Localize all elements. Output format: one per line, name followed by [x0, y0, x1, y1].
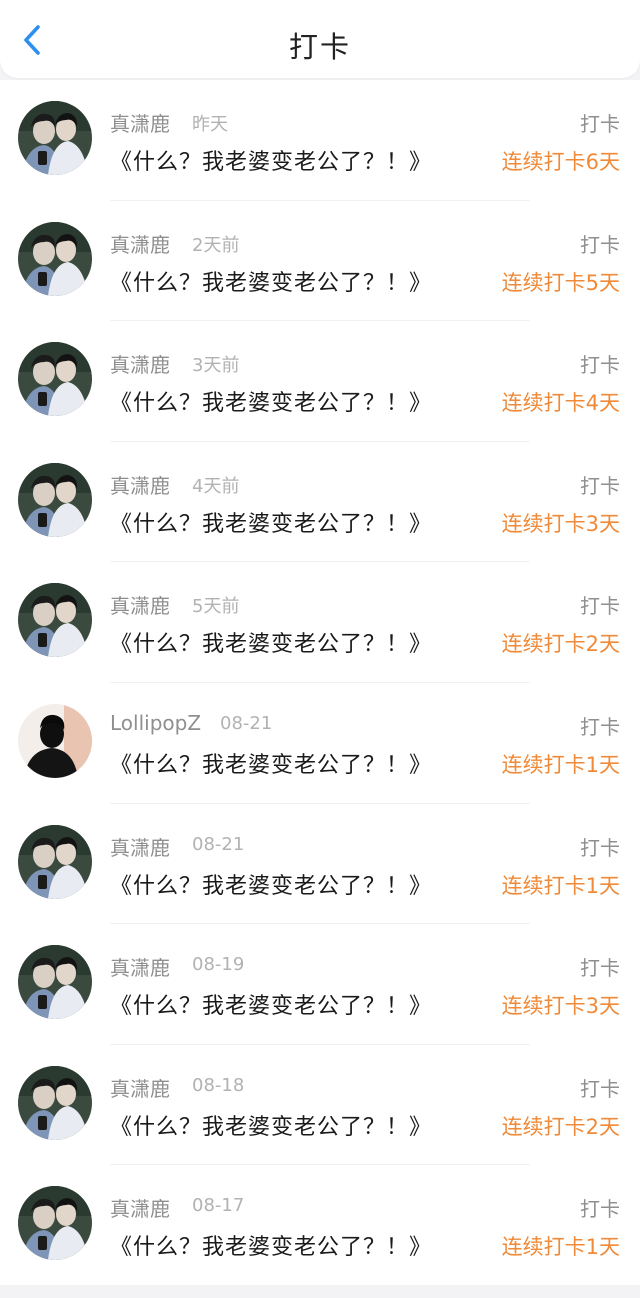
checkin-list: 真潇鹿 昨天 打卡 《什么？我老婆变老公了？！》 连续打卡6天 真潇鹿 2天前 … — [0, 80, 640, 1286]
user-name[interactable]: 真潇鹿 — [110, 470, 170, 499]
book-title[interactable]: 《什么？我老婆变老公了？！》 — [110, 747, 432, 779]
checkin-time: 08-17 — [192, 1195, 245, 1217]
checkin-row[interactable]: 真潇鹿 08-19 打卡 《什么？我老婆变老公了？！》 连续打卡3天 — [0, 924, 640, 1045]
streak-badge: 连续打卡1天 — [501, 1235, 620, 1260]
checkin-time: 08-21 — [192, 833, 245, 855]
checkin-label: 打卡 — [580, 1197, 620, 1222]
checkin-label: 打卡 — [580, 835, 620, 860]
checkin-time: 08-18 — [192, 1074, 245, 1096]
streak-badge: 连续打卡3天 — [501, 994, 620, 1019]
checkin-time: 08-21 — [220, 712, 273, 734]
book-title[interactable]: 《什么？我老婆变老公了？！》 — [110, 1109, 432, 1141]
checkin-time: 昨天 — [192, 114, 228, 135]
checkin-row[interactable]: 真潇鹿 4天前 打卡 《什么？我老婆变老公了？！》 连续打卡3天 — [0, 441, 640, 563]
checkin-time: 2天前 — [192, 234, 240, 256]
streak-badge: 连续打卡4天 — [501, 391, 620, 416]
checkin-label: 打卡 — [580, 594, 620, 619]
streak-badge: 连续打卡1天 — [501, 873, 620, 898]
user-name[interactable]: 真潇鹿 — [110, 1073, 170, 1102]
avatar[interactable] — [18, 221, 92, 296]
streak-badge: 连续打卡1天 — [501, 752, 620, 777]
streak-badge: 连续打卡5天 — [501, 270, 620, 295]
user-name[interactable]: 真潇鹿 — [110, 590, 170, 619]
checkin-label: 打卡 — [580, 112, 620, 136]
top-bar: 打卡 — [0, 0, 640, 78]
avatar[interactable] — [18, 1065, 92, 1140]
user-name[interactable]: 真潇鹿 — [110, 1193, 170, 1222]
checkin-time: 4天前 — [192, 475, 240, 497]
checkin-label: 打卡 — [580, 473, 620, 498]
checkin-label: 打卡 — [580, 1076, 620, 1101]
streak-badge: 连续打卡6天 — [501, 150, 620, 174]
page-title: 打卡 — [288, 30, 351, 64]
book-title[interactable]: 《什么？我老婆变老公了？！》 — [110, 265, 432, 297]
checkin-time: 3天前 — [192, 355, 240, 377]
user-name[interactable]: 真潇鹿 — [110, 952, 170, 981]
avatar[interactable] — [18, 1186, 92, 1261]
checkin-row[interactable]: 真潇鹿 08-18 打卡 《什么？我老婆变老公了？！》 连续打卡2天 — [0, 1044, 640, 1166]
streak-badge: 连续打卡2天 — [501, 632, 620, 657]
book-title[interactable]: 《什么？我老婆变老公了？！》 — [110, 626, 432, 658]
checkin-label: 打卡 — [580, 232, 620, 257]
book-title[interactable]: 《什么？我老婆变老公了？！》 — [110, 385, 432, 417]
avatar[interactable] — [18, 101, 92, 175]
checkin-time: 08-19 — [192, 954, 245, 976]
checkin-row[interactable]: 真潇鹿 昨天 打卡 《什么？我老婆变老公了？！》 连续打卡6天 — [0, 80, 640, 201]
book-title[interactable]: 《什么？我老婆变老公了？！》 — [110, 988, 432, 1020]
checkin-row[interactable]: 真潇鹿 08-21 打卡 《什么？我老婆变老公了？！》 连续打卡1天 — [0, 803, 640, 925]
avatar[interactable] — [18, 703, 92, 778]
book-title[interactable]: 《什么？我老婆变老公了？！》 — [110, 1229, 432, 1261]
bottom-spacer — [0, 1285, 640, 1298]
avatar[interactable] — [18, 342, 92, 417]
avatar[interactable] — [18, 824, 92, 899]
checkin-row[interactable]: LollipopZ 08-21 打卡 《什么？我老婆变老公了？！》 连续打卡1天 — [0, 682, 640, 804]
checkin-row[interactable]: 真潇鹿 2天前 打卡 《什么？我老婆变老公了？！》 连续打卡5天 — [0, 200, 640, 322]
avatar[interactable] — [18, 583, 92, 658]
checkin-row[interactable]: 真潇鹿 3天前 打卡 《什么？我老婆变老公了？！》 连续打卡4天 — [0, 321, 640, 442]
user-name[interactable]: 真潇鹿 — [110, 108, 170, 137]
checkin-label: 打卡 — [580, 714, 620, 739]
book-title[interactable]: 《什么？我老婆变老公了？！》 — [110, 144, 432, 176]
checkin-label: 打卡 — [580, 956, 620, 981]
user-name[interactable]: LollipopZ — [110, 711, 201, 735]
avatar[interactable] — [18, 945, 92, 1020]
checkin-row[interactable]: 真潇鹿 08-17 打卡 《什么？我老婆变老公了？！》 连续打卡1天 — [0, 1165, 640, 1286]
book-title[interactable]: 《什么？我老婆变老公了？！》 — [110, 868, 432, 900]
checkin-time: 5天前 — [192, 596, 240, 618]
user-name[interactable]: 真潇鹿 — [110, 229, 170, 258]
checkin-row[interactable]: 真潇鹿 5天前 打卡 《什么？我老婆变老公了？！》 连续打卡2天 — [0, 562, 640, 683]
book-title[interactable]: 《什么？我老婆变老公了？！》 — [110, 506, 432, 538]
streak-badge: 连续打卡2天 — [501, 1114, 620, 1139]
avatar[interactable] — [18, 462, 92, 537]
user-name[interactable]: 真潇鹿 — [110, 349, 170, 378]
streak-badge: 连续打卡3天 — [501, 511, 620, 536]
checkin-label: 打卡 — [580, 353, 620, 378]
user-name[interactable]: 真潇鹿 — [110, 832, 170, 861]
